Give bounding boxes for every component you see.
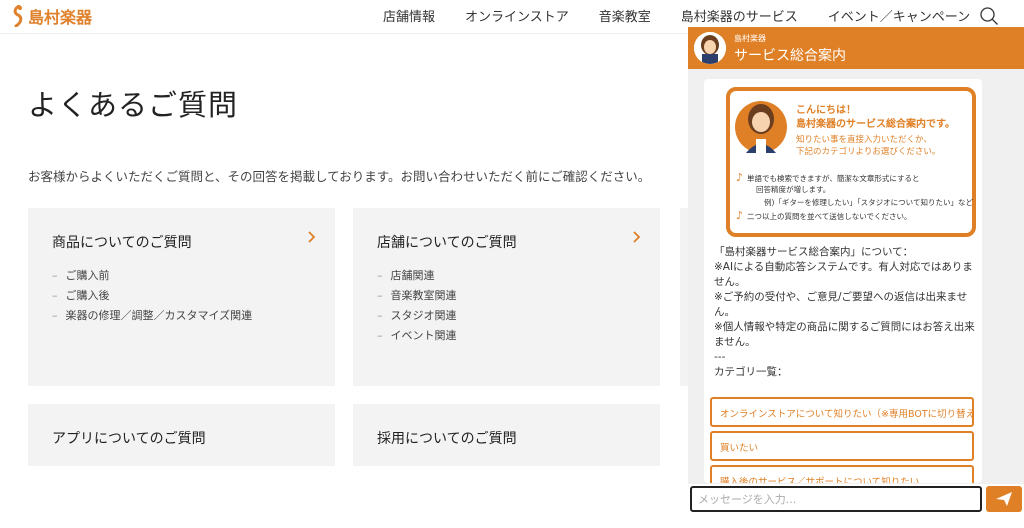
banner-instruction-2: 下記のカテゴリよりお選びください。 [796,147,941,157]
faq-card-title[interactable]: 採用についてのご質問 [377,428,517,448]
faq-subitem[interactable]: – 楽器の修理／調整／カスタマイズ関連 [52,306,252,326]
music-note-icon: ♪ [736,209,744,222]
faq-card-app[interactable]: アプリについてのご質問 [28,404,335,466]
bot-message: 「島村楽器サービス総合案内」について： ※AIによる自動応答システムです。有人対… [714,245,976,380]
send-icon [996,492,1012,506]
chat-message-area[interactable]: こんにちは！ 島村楽器のサービス総合案内です。 知りたい事を直接入力いただくか、… [704,79,982,483]
nav-item-services[interactable]: 島村楽器のサービス [681,6,798,25]
assistant-avatar-icon [694,32,726,64]
banner-note-cont: 回答精度が増します。 [756,185,831,194]
faq-card-products[interactable]: 商品についてのご質問 – ご購入前 – ご購入後 – 楽器の修理／調整／カスタマイズ関… [28,208,335,386]
search-icon[interactable] [979,6,999,26]
faq-card-recruit[interactable]: 採用についてのご質問 [353,404,660,466]
faq-subitem[interactable]: – イベント関連 [377,326,457,346]
banner-instruction: 知りたい事を直接入力いただくか、 [796,135,932,145]
faq-card-title[interactable]: アプリについてのご質問 [52,428,206,448]
nav-item-stores[interactable]: 店舗情報 [383,6,435,25]
category-option-buy[interactable]: 買いたい [710,431,974,461]
message-input[interactable] [690,486,982,512]
intro-text: お客様からよくいただくご質問と、その回答を掲載しております。お問い合わせいただく… [28,169,651,184]
site-logo[interactable]: 島村楽器 [12,4,92,28]
nav-item-events[interactable]: イベント／キャンペーン [828,6,970,25]
banner-note-example: 例)「ギターを修理したい」「スタジオについて知りたい」など [764,198,973,207]
faq-subitem[interactable]: – ご購入前 [52,266,252,286]
faq-card-title[interactable]: 商品についてのご質問 [52,232,192,252]
chat-input-bar [688,484,1024,517]
banner-note: ♪ 単語でも検索できますが、簡潔な文章形式にすると [736,171,920,184]
faq-subitem[interactable]: – ご購入後 [52,286,252,306]
page-title: よくあるご質問 [28,88,239,122]
chat-header-title: サービス総合案内 [734,48,846,64]
faq-card-title[interactable]: 店舗についてのご質問 [377,232,517,252]
staff-illustration-icon [735,101,787,153]
chevron-right-icon[interactable] [632,230,642,244]
banner-intro: 島村楽器のサービス総合案内です。 [796,119,955,130]
banner-greeting: こんにちは！ [796,105,856,116]
bot-message-line: ※ご予約の受付や、ご意見/ご要望への返信は出来ません。 [714,291,968,318]
faq-card-stores[interactable]: 店舗についてのご質問 – 店舗関連 – 音楽教室関連 – スタジオ関連 – イベント関連 [353,208,660,386]
send-button[interactable] [986,486,1022,512]
nav-item-online-store[interactable]: オンラインストア [465,6,569,25]
bot-message-line: --- [714,351,726,363]
faq-subitem[interactable]: – 店舗関連 [377,266,457,286]
welcome-banner: こんにちは！ 島村楽器のサービス総合案内です。 知りたい事を直接入力いただくか、… [726,87,976,237]
bot-message-line: カテゴリ一覧： [714,366,788,378]
logo-text: 島村楽器 [28,8,93,27]
faq-sublist: – ご購入前 – ご購入後 – 楽器の修理／調整／カスタマイズ関連 [52,266,252,326]
chevron-right-icon[interactable] [307,230,317,244]
category-option-after-purchase[interactable]: 購入後のサービス／サポートについて知りたい [710,465,974,483]
category-option-online-store[interactable]: オンラインストアについて知りたい（※専用BOTに切り替え） [710,397,974,427]
music-note-icon: ♪ [736,171,744,184]
logo-mark-icon [13,5,23,27]
bot-message-line: ※個人情報や特定の商品に関するご質問にはお答え出来ません。 [714,321,975,348]
chat-header-brand: 島村楽器 [734,34,766,43]
chat-widget: 島村楽器 サービス総合案内 こんにちは！ 島村楽器のサービス総合案内です。 知り… [688,27,1024,517]
bot-message-line: ※AIによる自動応答システムです。有人対応ではありません。 [714,261,973,288]
bot-avatar [694,32,726,64]
main-nav: 店舗情報 オンラインストア 音楽教室 島村楽器のサービス イベント／キャンペーン [383,6,970,25]
nav-item-music-school[interactable]: 音楽教室 [599,6,651,25]
bot-message-line: 「島村楽器サービス総合案内」について： [714,246,914,258]
chat-header[interactable]: 島村楽器 サービス総合案内 [688,27,1024,69]
faq-sublist: – 店舗関連 – 音楽教室関連 – スタジオ関連 – イベント関連 [377,266,457,346]
banner-note: ♪ 二つ以上の質問を並べて送信しないでください。 [736,209,912,222]
faq-subitem[interactable]: – スタジオ関連 [377,306,457,326]
faq-subitem[interactable]: – 音楽教室関連 [377,286,457,306]
